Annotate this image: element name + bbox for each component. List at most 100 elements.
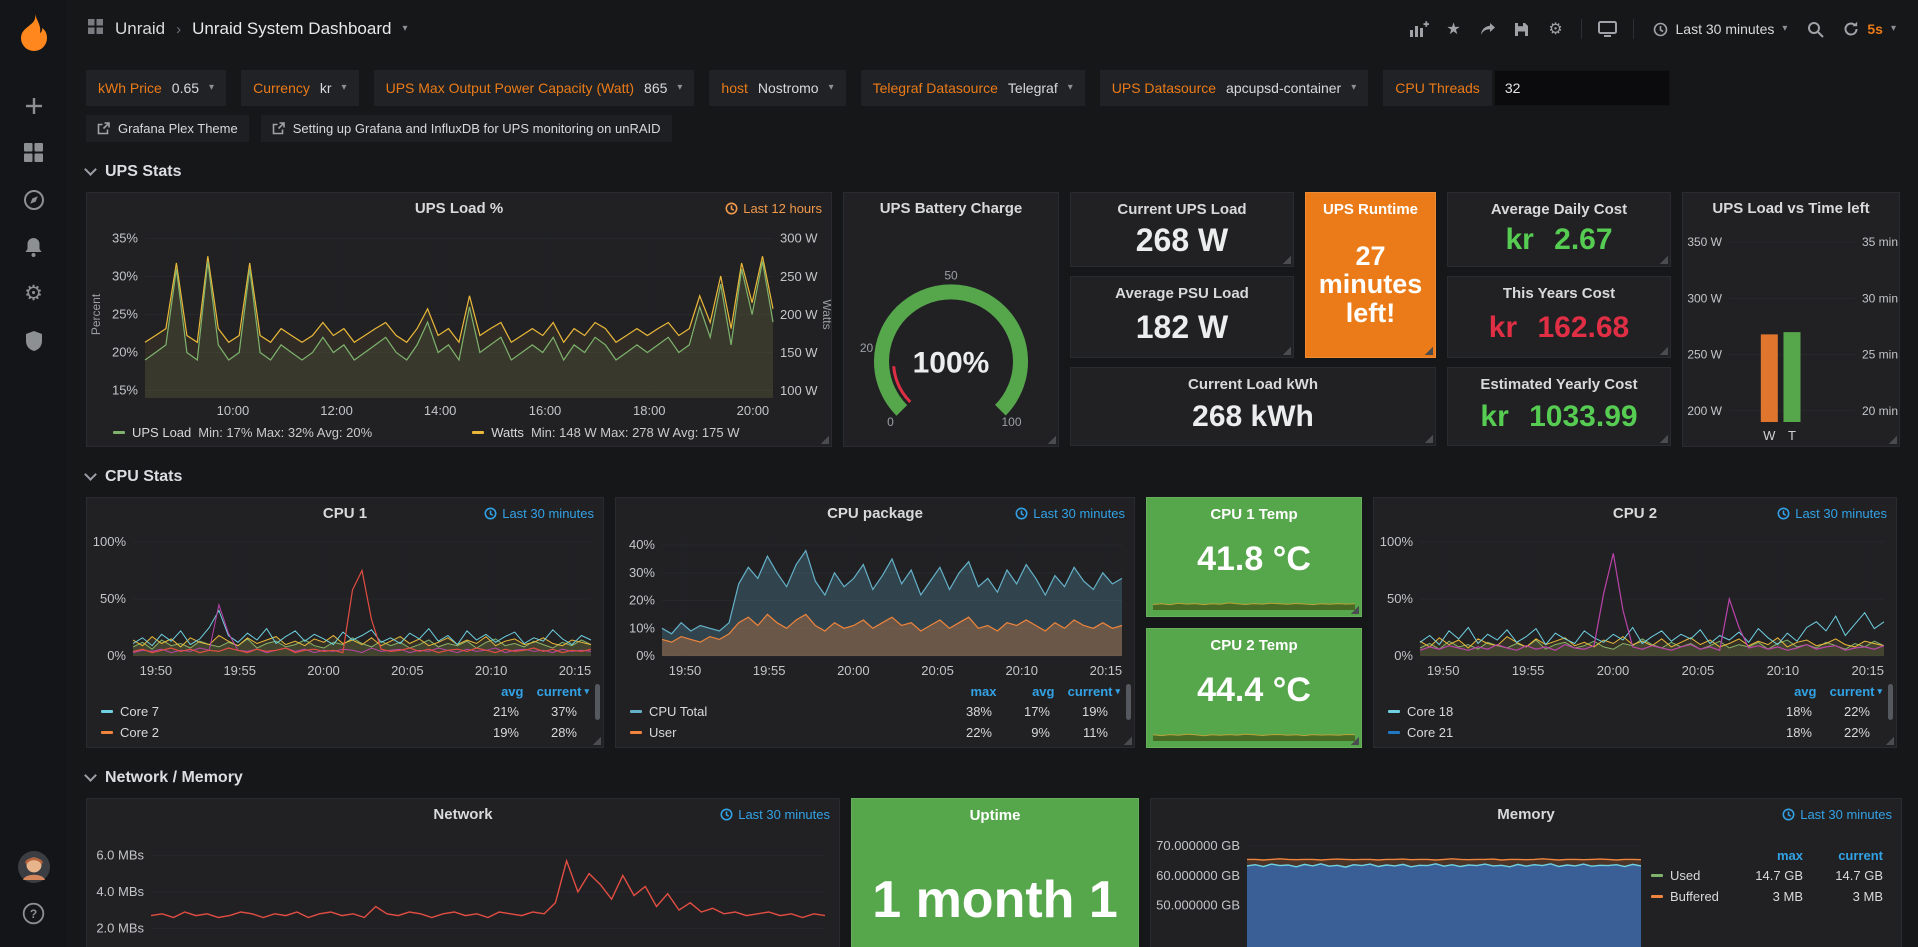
cpu1-chart[interactable]: 19:5019:5520:0020:0520:1020:15100%50%0% bbox=[87, 528, 603, 680]
section-header-network-memory[interactable]: Network / Memory bbox=[86, 764, 1903, 792]
legend-sort-current[interactable]: current bbox=[523, 684, 581, 699]
time-range-picker[interactable]: Last 30 minutes ▾ bbox=[1643, 12, 1798, 46]
panel-time-override[interactable]: Last 30 minutes bbox=[484, 506, 594, 521]
legend-sort-avg[interactable]: avg bbox=[465, 684, 523, 699]
grafana-logo-icon[interactable] bbox=[13, 12, 55, 54]
explore-compass-icon[interactable] bbox=[12, 176, 56, 223]
panel-this-years-cost: This Years Cost kr 162.68 bbox=[1447, 276, 1671, 358]
panel-title[interactable]: This Years Cost bbox=[1448, 285, 1670, 302]
panel-title[interactable]: UPS Runtime bbox=[1306, 201, 1435, 218]
ups-load-chart[interactable]: 10:0012:0014:0016:0018:0020:0035%30%25%2… bbox=[87, 223, 831, 420]
variable-host[interactable]: hostNostromo▾ bbox=[709, 70, 845, 106]
variable-telegraf-datasource[interactable]: Telegraf DatasourceTelegraf▾ bbox=[861, 70, 1085, 106]
panel-title[interactable]: CPU 2 bbox=[1613, 505, 1657, 522]
legend-row: Core 2118%22% bbox=[1388, 722, 1882, 743]
svg-text:20:05: 20:05 bbox=[1682, 663, 1715, 678]
star-button[interactable]: ★ bbox=[1438, 12, 1470, 46]
page-title[interactable]: Unraid System Dashboard bbox=[192, 19, 391, 39]
zoom-out-button[interactable] bbox=[1799, 12, 1831, 46]
panel-title[interactable]: Current UPS Load bbox=[1071, 201, 1293, 218]
user-avatar[interactable] bbox=[12, 843, 56, 890]
legend-sort-current[interactable]: current bbox=[1816, 684, 1874, 699]
legend-series[interactable]: Core 7 bbox=[101, 704, 461, 719]
cpu2-chart[interactable]: 19:5019:5520:0020:0520:1020:15100%50%0% bbox=[1374, 528, 1896, 680]
legend-sort-avg[interactable]: avg bbox=[1758, 684, 1816, 699]
legend-series-ups-load[interactable]: UPS LoadMin: 17% Max: 32% Avg: 20% bbox=[113, 425, 372, 440]
legend-series[interactable]: Core 2 bbox=[101, 725, 461, 740]
legend-scrollbar[interactable] bbox=[1126, 684, 1131, 720]
legend-series[interactable]: Used bbox=[1651, 868, 1723, 883]
section-header-ups-stats[interactable]: UPS Stats bbox=[86, 158, 1903, 186]
panel-title[interactable]: Uptime bbox=[852, 807, 1138, 824]
legend-sort-current[interactable]: current bbox=[1803, 848, 1883, 863]
panel-time-override[interactable]: Last 30 minutes bbox=[1777, 506, 1887, 521]
svg-text:Percent: Percent bbox=[89, 293, 103, 335]
configuration-gear-icon[interactable]: ⚙ bbox=[12, 270, 56, 317]
cpu-package-chart[interactable]: 19:5019:5520:0020:0520:1020:1540%30%20%1… bbox=[616, 528, 1134, 680]
panel-time-override[interactable]: Last 30 minutes bbox=[1782, 807, 1892, 822]
panel-title[interactable]: Current Load kWh bbox=[1071, 376, 1435, 393]
svg-text:100: 100 bbox=[1001, 415, 1021, 429]
dashboard-settings-gear-icon[interactable]: ⚙ bbox=[1540, 12, 1572, 46]
variable-kwh-price[interactable]: kWh Price0.65▾ bbox=[86, 70, 226, 106]
legend-series[interactable]: User bbox=[630, 725, 934, 740]
variable-ups-datasource[interactable]: UPS Datasourceapcupsd-container▾ bbox=[1100, 70, 1369, 106]
link-grafana-plex-theme[interactable]: Grafana Plex Theme bbox=[86, 115, 249, 142]
breadcrumb-org[interactable]: Unraid bbox=[115, 19, 165, 39]
panel-time-override[interactable]: Last 30 minutes bbox=[720, 807, 830, 822]
save-button[interactable] bbox=[1506, 12, 1538, 46]
panel-title[interactable]: Average Daily Cost bbox=[1448, 201, 1670, 218]
legend-series-watts[interactable]: WattsMin: 148 W Max: 278 W Avg: 175 W bbox=[472, 425, 739, 440]
section-header-cpu-stats[interactable]: CPU Stats bbox=[86, 463, 1903, 491]
panel-title[interactable]: CPU package bbox=[827, 505, 923, 522]
dashboard-caret-icon[interactable]: ▾ bbox=[402, 24, 407, 34]
dashboard-links: Grafana Plex Theme Setting up Grafana an… bbox=[86, 115, 1898, 142]
legend-sort-avg[interactable]: avg bbox=[996, 684, 1054, 699]
panel-title[interactable]: Estimated Yearly Cost bbox=[1448, 376, 1670, 393]
panel-title[interactable]: Memory bbox=[1497, 806, 1555, 823]
battery-gauge[interactable]: 02050100100% bbox=[844, 223, 1058, 446]
refresh-picker[interactable]: 5s ▾ bbox=[1833, 12, 1906, 46]
legend-series[interactable]: Buffered bbox=[1651, 889, 1723, 904]
variable-ups-max-output[interactable]: UPS Max Output Power Capacity (Watt)865▾ bbox=[374, 70, 695, 106]
legend-series[interactable]: CPU Total bbox=[630, 704, 934, 719]
panel-time-override[interactable]: Last 30 minutes bbox=[1015, 506, 1125, 521]
panel-title[interactable]: CPU 1 bbox=[323, 505, 367, 522]
legend-sort-max[interactable]: max bbox=[1723, 848, 1803, 863]
panel-title[interactable]: Average PSU Load bbox=[1071, 285, 1293, 302]
panel-title[interactable]: UPS Load vs Time left bbox=[1712, 200, 1869, 217]
legend-scrollbar[interactable] bbox=[595, 684, 600, 720]
template-variables: kWh Price0.65▾ Currencykr▾ UPS Max Outpu… bbox=[86, 70, 1898, 106]
legend-sort-current[interactable]: current bbox=[1054, 684, 1112, 699]
alerting-bell-icon[interactable] bbox=[12, 223, 56, 270]
memory-chart[interactable]: 70.000000 GB60.000000 GB50.000000 GB bbox=[1151, 829, 1651, 947]
network-chart[interactable]: 6.0 MBs4.0 MBs2.0 MBs bbox=[87, 829, 839, 947]
navbar-divider bbox=[1633, 19, 1634, 39]
panel-title[interactable]: CPU 1 Temp bbox=[1147, 506, 1361, 523]
panel-title[interactable]: Network bbox=[433, 806, 492, 823]
cpu-threads-input[interactable] bbox=[1494, 70, 1670, 106]
add-panel-button[interactable] bbox=[1402, 12, 1436, 46]
dashboards-icon[interactable] bbox=[12, 129, 56, 176]
svg-text:20:10: 20:10 bbox=[1767, 663, 1800, 678]
ups-load-vs-time-chart[interactable]: 350 W300 W250 W200 W35 min30 min25 min20… bbox=[1683, 223, 1899, 446]
legend-sort-max[interactable]: max bbox=[938, 684, 996, 699]
link-ups-monitoring-guide[interactable]: Setting up Grafana and InfluxDB for UPS … bbox=[261, 115, 672, 142]
legend-series[interactable]: Core 18 bbox=[1388, 704, 1754, 719]
panel-title[interactable]: CPU 2 Temp bbox=[1147, 637, 1361, 654]
svg-text:0%: 0% bbox=[1394, 648, 1413, 663]
share-button[interactable] bbox=[1472, 12, 1504, 46]
variable-currency[interactable]: Currencykr▾ bbox=[241, 70, 359, 106]
legend-scrollbar[interactable] bbox=[1888, 684, 1893, 720]
legend-series[interactable]: Core 21 bbox=[1388, 725, 1754, 740]
panel-title[interactable]: UPS Load % bbox=[415, 200, 503, 217]
server-admin-shield-icon[interactable] bbox=[12, 317, 56, 364]
dashboard-grid-icon[interactable] bbox=[87, 18, 104, 40]
svg-text:4.0 MBs: 4.0 MBs bbox=[96, 884, 144, 899]
panel-title[interactable]: UPS Battery Charge bbox=[880, 200, 1023, 217]
cycle-view-monitor-icon[interactable] bbox=[1591, 12, 1624, 46]
panel-time-override[interactable]: Last 12 hours bbox=[725, 201, 822, 216]
help-icon[interactable]: ? bbox=[12, 890, 56, 937]
create-plus-icon[interactable] bbox=[12, 82, 56, 129]
svg-text:20:00: 20:00 bbox=[1597, 663, 1630, 678]
